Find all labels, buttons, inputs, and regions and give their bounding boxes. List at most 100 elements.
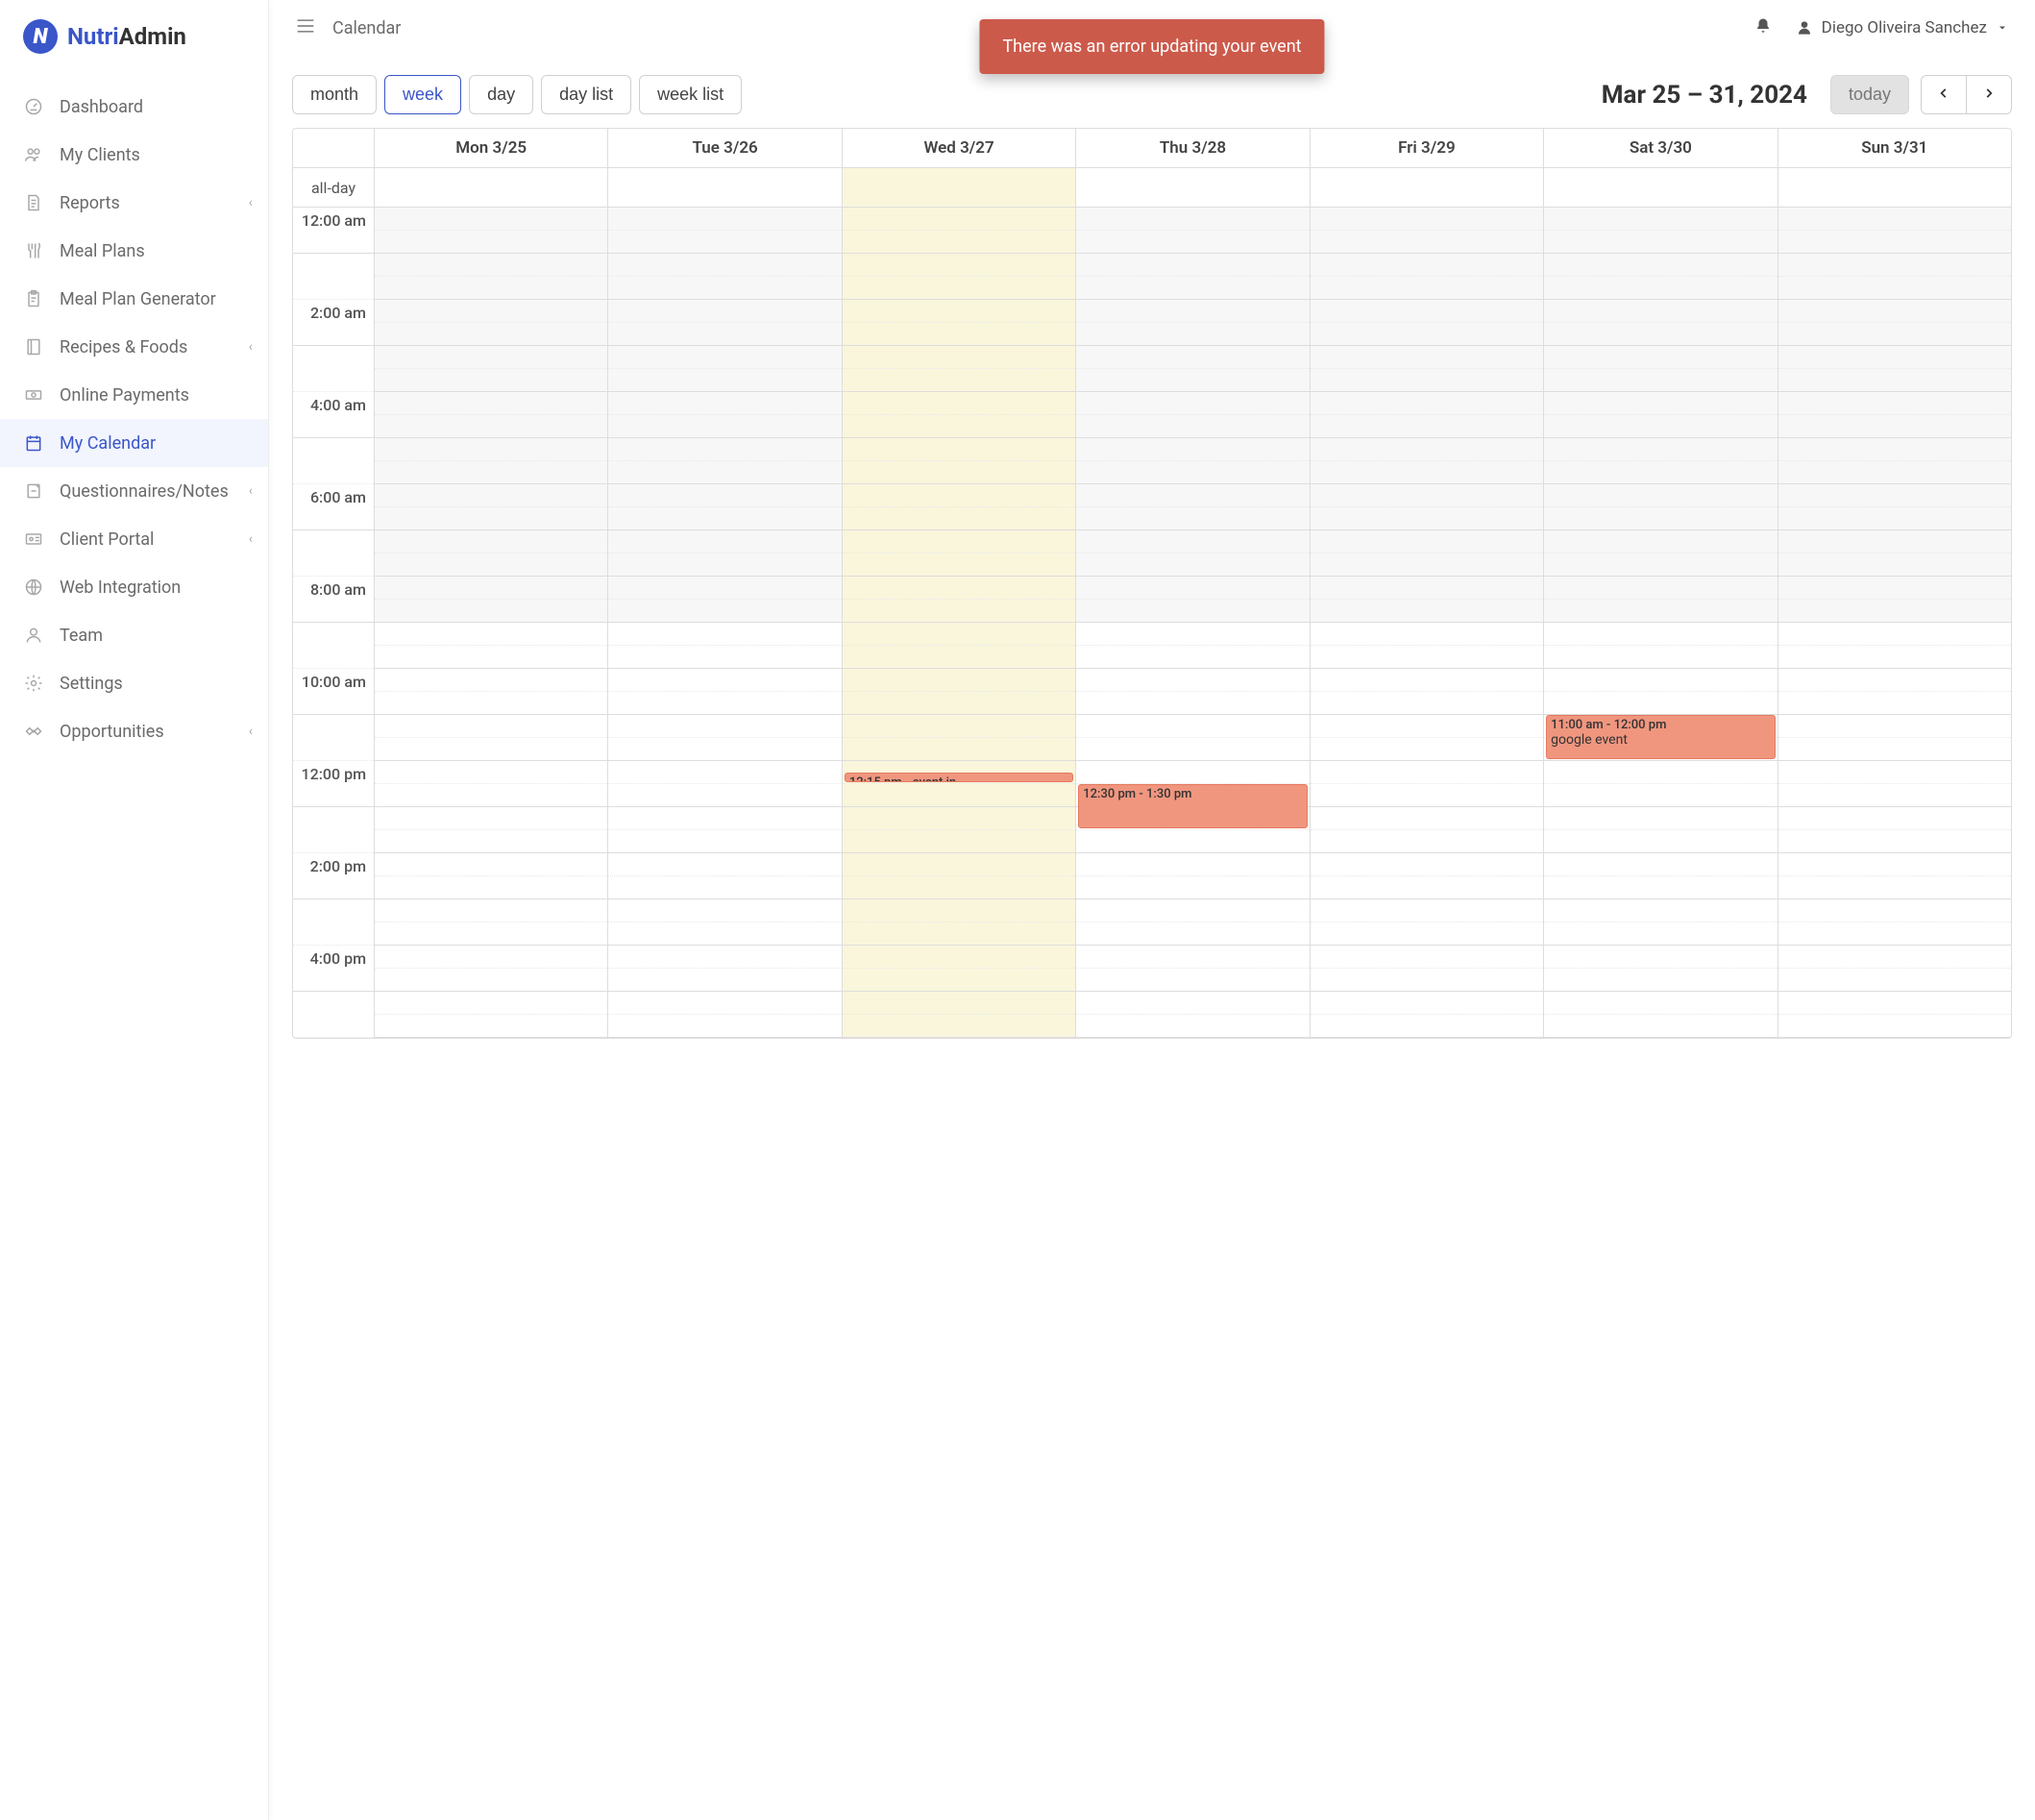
- event-time: 12:30 pm - 1:30 pm: [1083, 787, 1191, 801]
- sidebar-item-label: Online Payments: [60, 385, 189, 406]
- sidebar: N NutriAdmin Dashboard My Clients Reports ‹…: [0, 0, 269, 1820]
- calendar-body[interactable]: 12:00 am1:00 am2:00 am3:00 am4:00 am5:00…: [293, 208, 2011, 1038]
- day-column[interactable]: 12:30 pm - 1:30 pm: [1075, 208, 1309, 1038]
- day-column[interactable]: [374, 208, 607, 1038]
- day-header[interactable]: Sun 3/31: [1778, 129, 2011, 167]
- sidebar-item-label: Questionnaires/Notes: [60, 481, 229, 502]
- event-time: 12:15 pm - event in: [849, 775, 956, 782]
- clipboard-icon: [23, 288, 44, 309]
- chevron-left-icon: ‹: [249, 339, 253, 355]
- chevron-left-icon: ‹: [249, 531, 253, 547]
- view-day-list-button[interactable]: day list: [541, 75, 631, 114]
- sidebar-item-label: My Calendar: [60, 433, 156, 454]
- sidebar-item-label: Reports: [60, 193, 120, 213]
- chevron-left-icon: ‹: [249, 724, 253, 739]
- sidebar-item-client-portal[interactable]: Client Portal‹: [0, 515, 268, 563]
- date-range-title: Mar 25 – 31, 2024: [1602, 81, 1807, 110]
- sidebar-item-opportunities[interactable]: Opportunities ‹: [0, 707, 268, 755]
- calendar-header: Mon 3/25Tue 3/26Wed 3/27Thu 3/28Fri 3/29…: [293, 129, 2011, 168]
- sidebar-item-label: Settings: [60, 674, 123, 694]
- book-icon: [23, 336, 44, 357]
- error-alert: There was an error updating your event: [979, 19, 1324, 74]
- sidebar-item-label: Meal Plans: [60, 241, 145, 261]
- sidebar-item-label: Dashboard: [60, 97, 143, 117]
- sidebar-item-my-clients[interactable]: My Clients: [0, 131, 268, 179]
- fork-icon: [23, 240, 44, 261]
- allday-cell[interactable]: [1075, 168, 1309, 207]
- day-header[interactable]: Wed 3/27: [842, 129, 1075, 167]
- sidebar-item-label: My Clients: [60, 145, 140, 165]
- sidebar-item-meal-plan-generator[interactable]: Meal Plan Generator: [0, 275, 268, 323]
- sidebar-nav: Dashboard My Clients Reports ‹ Meal Plans Mea…: [0, 73, 268, 765]
- allday-cell[interactable]: [1778, 168, 2011, 207]
- hamburger-icon[interactable]: [296, 17, 315, 38]
- sidebar-item-dashboard[interactable]: Dashboard: [0, 83, 268, 131]
- allday-cell[interactable]: [374, 168, 607, 207]
- calendar-icon: [23, 432, 44, 454]
- sidebar-item-questionnaires-notes[interactable]: Questionnaires/Notes ‹: [0, 467, 268, 515]
- day-column[interactable]: 12:15 pm - event in: [842, 208, 1075, 1038]
- user-menu[interactable]: Diego Oliveira Sanchez: [1797, 18, 2008, 37]
- logo-icon: N: [23, 19, 58, 54]
- day-column[interactable]: [1310, 208, 1543, 1038]
- sidebar-item-web-integration[interactable]: Web Integration: [0, 563, 268, 611]
- allday-cell[interactable]: [1543, 168, 1777, 207]
- view-month-button[interactable]: month: [292, 75, 377, 114]
- view-buttons: monthweekdayday listweek list: [292, 75, 742, 114]
- logo[interactable]: N NutriAdmin: [0, 0, 268, 73]
- users-icon: [23, 144, 44, 165]
- sidebar-item-label: Team: [60, 626, 103, 646]
- topbar: Calendar There was an error updating you…: [269, 0, 2035, 56]
- gear-icon: [23, 673, 44, 694]
- view-week-list-button[interactable]: week list: [639, 75, 742, 114]
- sidebar-item-my-calendar[interactable]: My Calendar: [0, 419, 268, 467]
- calendar-event[interactable]: 12:15 pm - event in: [845, 773, 1073, 782]
- day-column[interactable]: [1778, 208, 2011, 1038]
- sidebar-item-label: Web Integration: [60, 578, 181, 598]
- breadcrumb: Calendar: [332, 18, 401, 38]
- sidebar-item-team[interactable]: Team: [0, 611, 268, 659]
- day-header[interactable]: Thu 3/28: [1075, 129, 1309, 167]
- calendar-toolbar: monthweekdayday listweek list Mar 25 – 3…: [292, 67, 2012, 128]
- calendar: Mon 3/25Tue 3/26Wed 3/27Thu 3/28Fri 3/29…: [292, 128, 2012, 1039]
- allday-label: all-day: [293, 168, 374, 207]
- event-title: google event: [1551, 732, 1770, 748]
- logo-text: NutriAdmin: [67, 23, 186, 50]
- day-column[interactable]: 11:00 am - 12:00 pmgoogle event: [1543, 208, 1777, 1038]
- header-corner: [293, 129, 374, 167]
- sidebar-item-label: Meal Plan Generator: [60, 289, 216, 309]
- file-icon: [23, 192, 44, 213]
- sidebar-item-label: Recipes & Foods: [60, 337, 187, 357]
- allday-cell[interactable]: [1310, 168, 1543, 207]
- calendar-event[interactable]: 11:00 am - 12:00 pmgoogle event: [1546, 715, 1775, 759]
- allday-cell[interactable]: [842, 168, 1075, 207]
- day-header[interactable]: Fri 3/29: [1310, 129, 1543, 167]
- sidebar-item-reports[interactable]: Reports ‹: [0, 179, 268, 227]
- gauge-icon: [23, 96, 44, 117]
- today-button[interactable]: today: [1830, 75, 1909, 114]
- prev-button[interactable]: [1921, 75, 1966, 114]
- day-column[interactable]: [607, 208, 841, 1038]
- sidebar-item-meal-plans[interactable]: Meal Plans: [0, 227, 268, 275]
- handshake-icon: [23, 721, 44, 742]
- calendar-allday-row: all-day: [293, 168, 2011, 208]
- chevron-left-icon: ‹: [249, 483, 253, 499]
- chevron-left-icon: ‹: [249, 195, 253, 210]
- day-header[interactable]: Sat 3/30: [1543, 129, 1777, 167]
- view-week-button[interactable]: week: [384, 75, 461, 114]
- next-button[interactable]: [1966, 75, 2012, 114]
- sidebar-item-recipes-foods[interactable]: Recipes & Foods ‹: [0, 323, 268, 371]
- sidebar-item-label: Opportunities: [60, 722, 164, 742]
- day-header[interactable]: Mon 3/25: [374, 129, 607, 167]
- sidebar-item-online-payments[interactable]: Online Payments: [0, 371, 268, 419]
- notifications-icon[interactable]: [1754, 17, 1772, 38]
- allday-cell[interactable]: [607, 168, 841, 207]
- day-header[interactable]: Tue 3/26: [607, 129, 841, 167]
- id-icon: [23, 529, 44, 550]
- event-time: 11:00 am - 12:00 pm: [1551, 718, 1666, 732]
- sidebar-item-settings[interactable]: Settings: [0, 659, 268, 707]
- note-icon: [23, 480, 44, 502]
- calendar-event[interactable]: 12:30 pm - 1:30 pm: [1078, 784, 1307, 828]
- cash-icon: [23, 384, 44, 406]
- view-day-button[interactable]: day: [469, 75, 533, 114]
